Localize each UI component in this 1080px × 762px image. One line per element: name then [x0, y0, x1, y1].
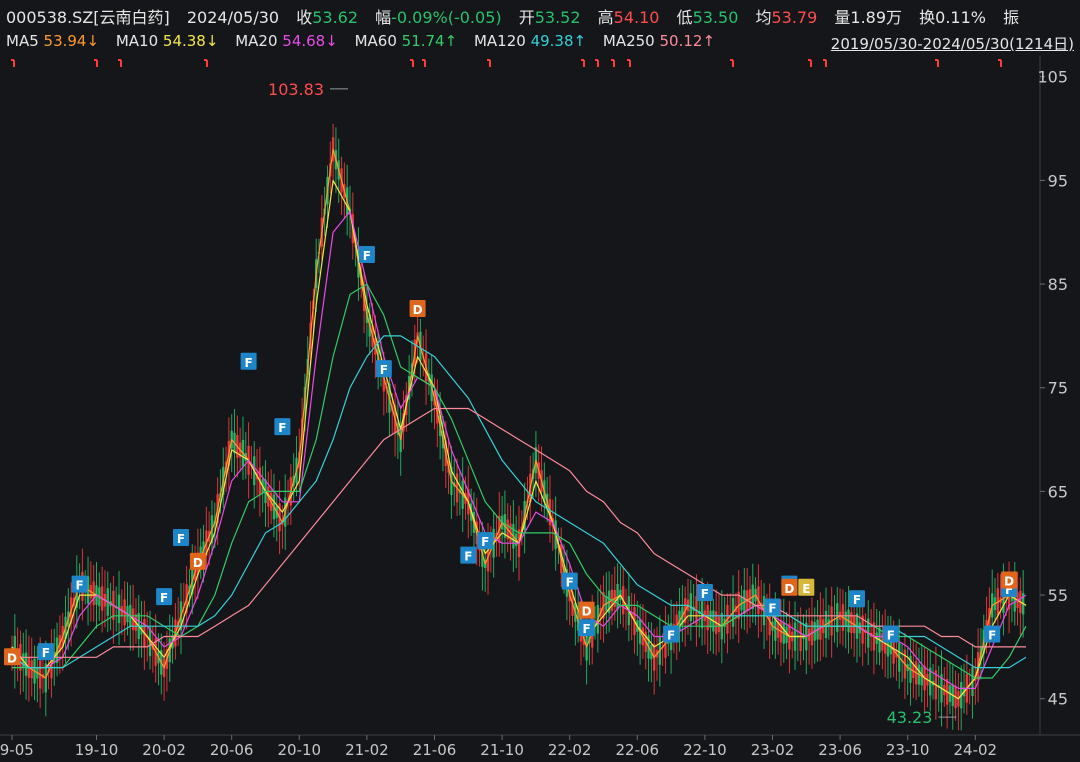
- event-marker-label: F: [177, 532, 185, 546]
- y-tick-label: 75: [1048, 379, 1068, 398]
- x-tick-label: 21-02: [345, 741, 389, 759]
- event-marker-label: F: [768, 601, 776, 615]
- flag-icon: [611, 59, 615, 67]
- flag-icon: [823, 59, 827, 67]
- flag-icon: [627, 59, 631, 67]
- x-tick-label: 21-06: [413, 741, 457, 759]
- flag-icon: [998, 59, 1002, 67]
- event-marker-label: F: [566, 576, 574, 590]
- y-tick-label: 55: [1048, 586, 1068, 605]
- flag-icon: [730, 59, 734, 67]
- x-tick-label: 22-10: [683, 741, 727, 759]
- y-tick-label: 105: [1037, 68, 1068, 87]
- event-marker-label: F: [481, 535, 489, 549]
- event-marker-label: F: [887, 628, 895, 642]
- event-marker-label: D: [784, 582, 794, 596]
- x-tick-label: 23-06: [818, 741, 862, 759]
- x-tick-label: 23-02: [751, 741, 795, 759]
- x-tick-label: 22-06: [616, 741, 660, 759]
- flag-icon: [581, 59, 585, 67]
- event-marker-label: F: [464, 550, 472, 564]
- y-tick-label: 95: [1048, 171, 1068, 190]
- event-marker-label: E: [802, 582, 810, 596]
- flag-icon: [808, 59, 812, 67]
- event-marker-label: F: [75, 579, 83, 593]
- extreme-price-label: 103.83: [268, 80, 324, 99]
- event-marker-label: F: [42, 646, 50, 660]
- event-marker-label: F: [380, 363, 388, 377]
- event-marker-label: F: [582, 622, 590, 636]
- y-tick-label: 65: [1048, 482, 1068, 501]
- flag-icon: [118, 59, 122, 67]
- flag-icon: [410, 59, 414, 67]
- event-marker-label: F: [988, 628, 996, 642]
- x-tick-label: 22-02: [548, 741, 592, 759]
- flag-icon: [935, 59, 939, 67]
- x-tick-label: 19-10: [75, 741, 119, 759]
- flag-icon: [487, 59, 491, 67]
- y-tick-label: 45: [1048, 690, 1068, 709]
- event-marker-label: D: [7, 651, 17, 665]
- event-marker-label: F: [278, 421, 286, 435]
- flag-icon: [11, 59, 15, 67]
- event-marker-label: D: [413, 303, 423, 317]
- flag-icon: [595, 59, 599, 67]
- extreme-price-label: 43.23: [887, 708, 933, 727]
- flag-icon: [204, 59, 208, 67]
- event-marker-label: D: [1004, 575, 1014, 589]
- x-tick-label: 23-10: [886, 741, 930, 759]
- event-marker-label: F: [853, 593, 861, 607]
- x-tick-label: 19-05: [0, 741, 34, 759]
- x-tick-label: 21-10: [480, 741, 524, 759]
- x-tick-label: 20-02: [142, 741, 186, 759]
- y-tick-label: 85: [1048, 275, 1068, 294]
- event-marker-label: F: [701, 587, 709, 601]
- event-marker-label: D: [193, 556, 203, 570]
- x-tick-label: 20-06: [210, 741, 254, 759]
- x-tick-label: 24-02: [954, 741, 998, 759]
- flag-icon: [94, 59, 98, 67]
- flag-icon: [422, 59, 426, 67]
- event-marker-label: F: [244, 356, 252, 370]
- event-marker-label: F: [160, 591, 168, 605]
- event-marker-label: F: [667, 628, 675, 642]
- price-chart[interactable]: 45 55 65 75 85 95 105 19-05 19-10 20-02 20-06 20-10…: [0, 0, 1080, 762]
- event-marker-label: F: [363, 249, 371, 263]
- x-tick-label: 20-10: [278, 741, 322, 759]
- event-marker-label: D: [582, 605, 592, 619]
